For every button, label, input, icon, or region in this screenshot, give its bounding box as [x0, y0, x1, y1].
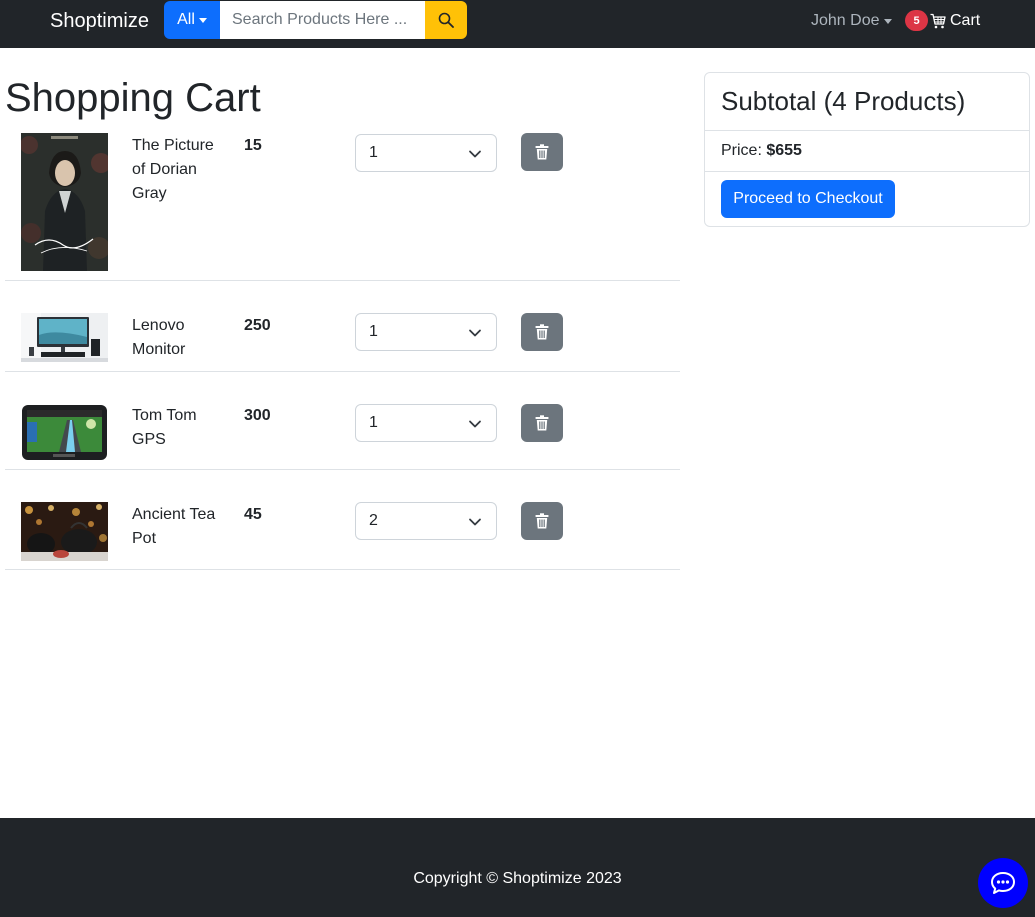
product-price: 250	[244, 317, 271, 334]
quantity-select[interactable]: 1	[355, 313, 497, 351]
product-image[interactable]	[21, 404, 108, 461]
product-image[interactable]	[21, 502, 108, 561]
remove-item-button[interactable]	[521, 133, 563, 171]
caret-down-icon	[883, 18, 892, 24]
search-button[interactable]	[425, 1, 467, 39]
quantity-value: 1	[369, 144, 378, 161]
subtotal-card: Subtotal (4 Products) Price: $655 Procee…	[704, 72, 1030, 227]
quantity-select[interactable]: 2	[355, 502, 497, 540]
copyright-text: Copyright © Shoptimize 2023	[413, 870, 622, 887]
product-name[interactable]: Ancient Tea Pot	[132, 503, 227, 551]
category-dropdown-button[interactable]: All	[164, 1, 220, 39]
search-group: All	[164, 1, 467, 39]
price-value: $655	[766, 142, 802, 159]
trash-icon	[535, 415, 549, 431]
category-label: All	[177, 11, 195, 28]
search-icon	[438, 12, 454, 28]
remove-item-button[interactable]	[521, 404, 563, 442]
quantity-value: 1	[369, 414, 378, 431]
cart-item-row: The Picture of Dorian Gray 15 1	[5, 133, 680, 281]
product-name[interactable]: Lenovo Monitor	[132, 314, 227, 362]
chevron-down-icon	[469, 518, 481, 526]
price-label: Price:	[721, 142, 762, 159]
checkout-button[interactable]: Proceed to Checkout	[721, 180, 895, 218]
cart-item-row: Ancient Tea Pot 45 2	[5, 470, 680, 570]
trash-icon	[535, 324, 549, 340]
search-input[interactable]	[220, 1, 425, 39]
cart-label: Cart	[950, 11, 981, 29]
trash-icon	[535, 513, 549, 529]
user-name: John Doe	[811, 12, 880, 29]
cart-item-row: Tom Tom GPS 300 1	[5, 372, 680, 470]
trash-icon	[535, 144, 549, 160]
product-price: 15	[244, 137, 262, 154]
user-dropdown[interactable]: John Doe	[811, 12, 892, 30]
chevron-down-icon	[469, 420, 481, 428]
footer: Copyright © Shoptimize 2023	[0, 818, 1035, 917]
cart-icon	[930, 13, 946, 28]
cart-item-row: Lenovo Monitor 250 1	[5, 281, 680, 372]
chat-icon	[991, 872, 1015, 894]
remove-item-button[interactable]	[521, 313, 563, 351]
brand-logo[interactable]: Shoptimize	[50, 10, 149, 32]
product-name[interactable]: The Picture of Dorian Gray	[132, 134, 227, 206]
quantity-value: 1	[369, 323, 378, 340]
remove-item-button[interactable]	[521, 502, 563, 540]
cart-link[interactable]: 5 Cart	[905, 10, 980, 31]
top-navbar: Shoptimize All John Doe 5 Cart	[0, 0, 1035, 48]
quantity-select[interactable]: 1	[355, 134, 497, 172]
subtotal-heading: Subtotal (4 Products)	[705, 73, 1029, 131]
quantity-select[interactable]: 1	[355, 404, 497, 442]
caret-down-icon	[198, 17, 207, 23]
quantity-value: 2	[369, 512, 378, 529]
chevron-down-icon	[469, 150, 481, 158]
cart-count-badge: 5	[905, 10, 928, 31]
product-image[interactable]	[21, 133, 108, 271]
product-price: 45	[244, 506, 262, 523]
page-title: Shopping Cart	[5, 76, 261, 120]
product-image[interactable]	[21, 313, 108, 362]
product-price: 300	[244, 407, 271, 424]
chevron-down-icon	[469, 329, 481, 337]
subtotal-price: Price: $655	[705, 131, 1029, 172]
chat-button[interactable]	[978, 858, 1028, 908]
product-name[interactable]: Tom Tom GPS	[132, 404, 227, 452]
